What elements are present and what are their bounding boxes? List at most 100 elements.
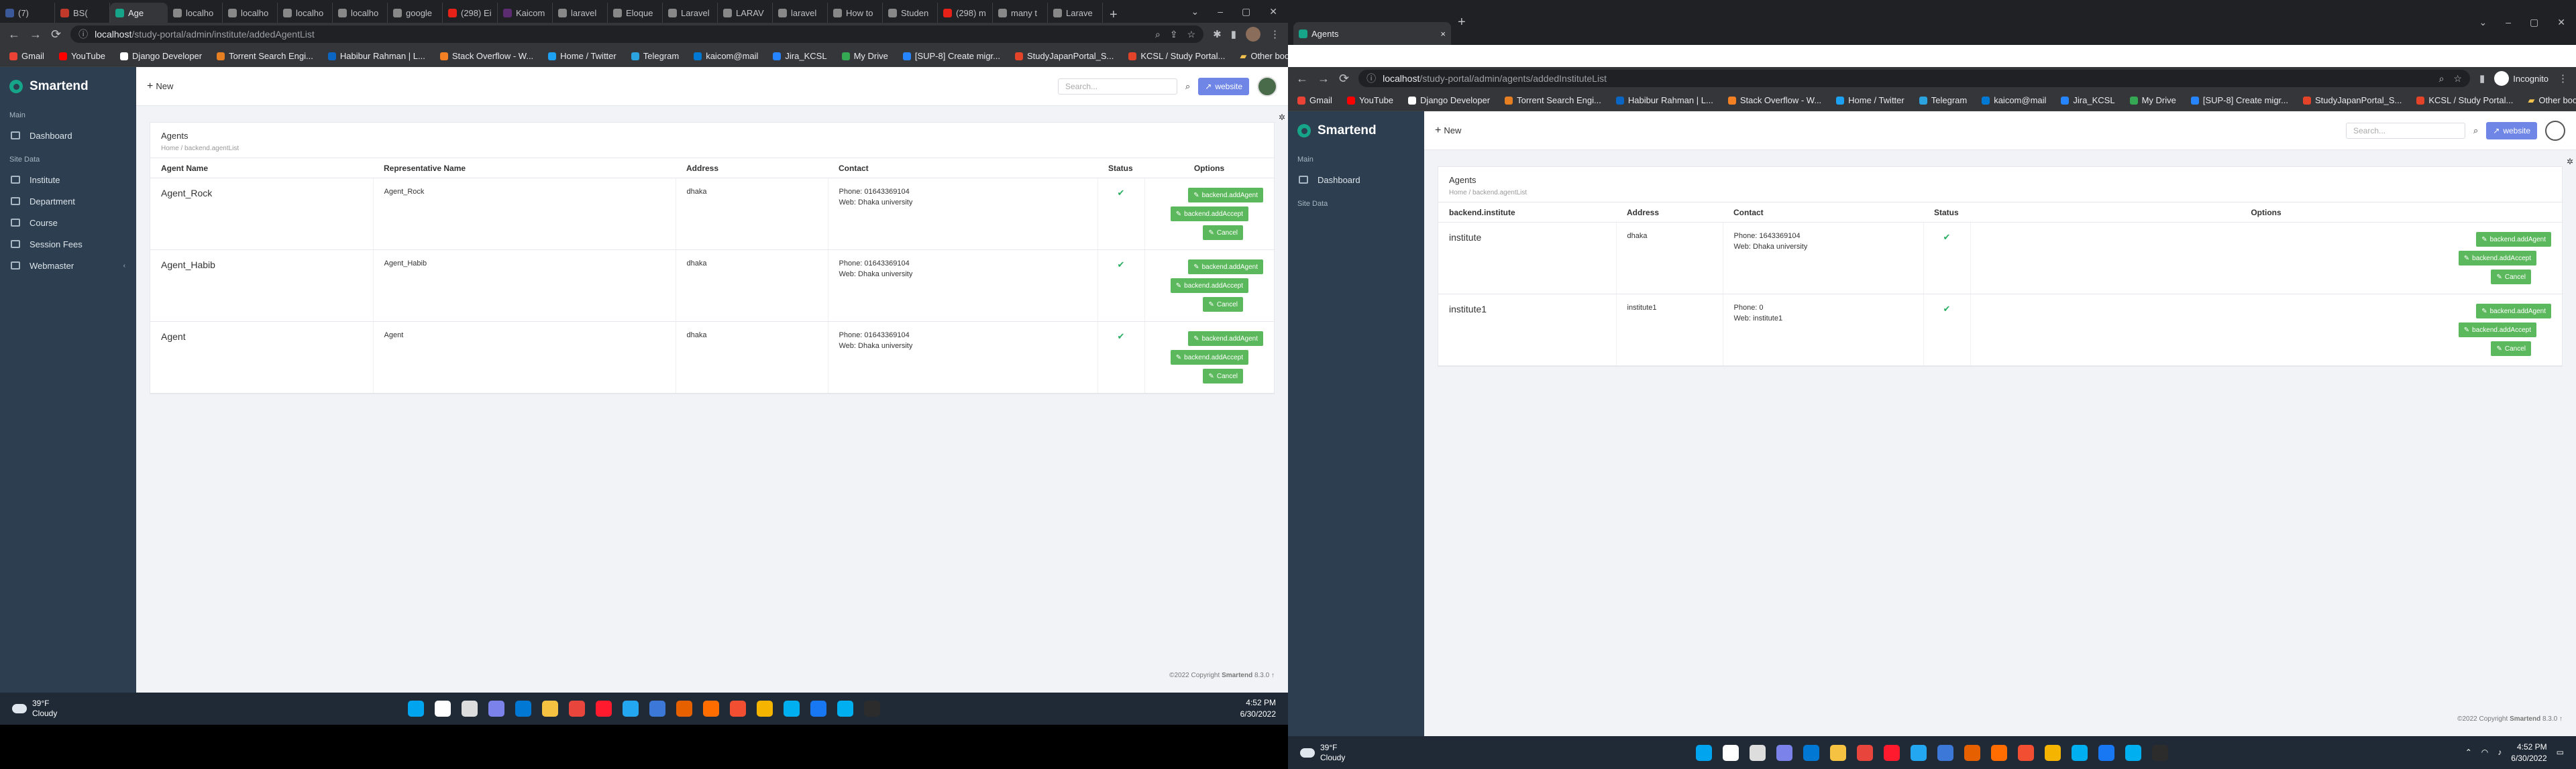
bookmark-item[interactable]: Jira_KCSL [2061,95,2115,105]
taskbar-app-icon[interactable] [2152,744,2168,761]
taskbar-app-icon[interactable] [1696,744,1712,761]
user-avatar[interactable] [2545,120,2565,141]
taskbar-app-icon[interactable] [1884,744,1900,761]
taskbar-app-icon[interactable] [676,701,692,717]
sidebar-item-webmaster[interactable]: Webmaster ‹ [0,255,136,276]
add-accept-button[interactable]: ✎ backend.addAccept [1170,350,1248,365]
cancel-button[interactable]: ✎ Cancel [2491,270,2531,284]
taskbar-app-icon[interactable] [515,701,531,717]
close-window-icon[interactable]: ✕ [1269,6,1277,17]
taskbar-app-icon[interactable] [864,701,880,717]
arrow-up-icon[interactable]: ↑ [1271,672,1275,679]
bookmark-item[interactable]: Gmail [1297,95,1332,105]
tab-11[interactable]: Eloque [608,3,663,23]
add-accept-button[interactable]: ✎ backend.addAccept [2458,251,2536,265]
bookmark-item[interactable]: [SUP-8] Create migr... [902,51,1000,61]
incognito-badge[interactable]: Incognito [2494,71,2548,86]
add-agent-button[interactable]: ✎ backend.addAgent [1188,188,1263,202]
taskbar-app-icon[interactable] [435,701,451,717]
arrow-up-icon[interactable]: ↑ [2559,715,2563,723]
bookmark-item[interactable]: StudyJapanPortal_S... [1015,51,1114,61]
tab-18[interactable]: many t [993,3,1048,23]
menu-icon[interactable]: ⋮ [1270,28,1280,40]
info-icon[interactable]: ⓘ [78,27,88,41]
taskbar-app-icon[interactable] [488,701,504,717]
forward-icon[interactable]: → [30,27,42,42]
search-icon[interactable]: ⌕ [2473,125,2478,136]
back-icon[interactable]: ← [1296,72,1308,86]
bookmark-item[interactable]: Jira_KCSL [773,51,827,61]
sidebar-item-institute[interactable]: Institute [0,169,136,190]
chevron-down-icon[interactable]: ⌄ [1191,6,1199,17]
reload-icon[interactable]: ⟳ [1339,72,1349,86]
tab-15[interactable]: How to [828,3,883,23]
close-window-icon[interactable]: ✕ [2557,17,2565,28]
add-agent-button[interactable]: ✎ backend.addAgent [2476,304,2551,318]
tab-8[interactable]: (298) Ei [443,3,498,23]
address-bar[interactable]: ⓘ localhost/study-portal/admin/agents/ad… [1358,70,2470,87]
taskbar-app-icon[interactable] [623,701,639,717]
sidebar-item-course[interactable]: Course [0,212,136,233]
tab-2[interactable]: Age [110,3,168,23]
other-bookmarks[interactable]: ▰Other bookmarks [2528,95,2576,106]
tab-1[interactable]: BS( [55,3,110,23]
chevron-down-icon[interactable]: ⌄ [2479,17,2487,28]
add-accept-button[interactable]: ✎ backend.addAccept [2458,322,2536,337]
taskbar-app-icon[interactable] [1776,744,1792,761]
taskbar-app-icon[interactable] [462,701,478,717]
tab-3[interactable]: localho [168,3,223,23]
taskbar-app-icon[interactable] [703,701,719,717]
bookmark-item[interactable]: Torrent Search Engi... [217,51,313,61]
tab-7[interactable]: google [388,3,443,23]
taskbar-app-icon[interactable] [1750,744,1766,761]
other-bookmarks[interactable]: ▰Other bookmarks [1240,51,1288,62]
website-button[interactable]: ↗ website [2486,121,2537,139]
bookmark-item[interactable]: kaicom@mail [1982,95,2046,105]
add-agent-button[interactable]: ✎ backend.addAgent [2476,232,2551,247]
tab-9[interactable]: Kaicom [498,3,553,23]
tab-5[interactable]: localho [278,3,333,23]
sidebar-item-session-fees[interactable]: Session Fees [0,233,136,255]
maximize-icon[interactable]: ▢ [1242,6,1250,17]
taskbar-app-icon[interactable] [730,701,746,717]
new-tab-button[interactable]: + [1103,7,1124,23]
bookmark-item[interactable]: Telegram [1919,95,1967,105]
bookmark-star-icon[interactable]: ☆ [1187,29,1196,40]
brand[interactable]: Smartend [1288,111,1424,150]
reload-icon[interactable]: ⟳ [51,27,61,42]
weather-widget[interactable]: 39°F Cloudy [1288,743,1345,763]
add-accept-button[interactable]: ✎ backend.addAccept [1170,278,1248,293]
taskbar-app-icon[interactable] [1723,744,1739,761]
system-tray[interactable]: 4:52 PM 6/30/2022 [1240,697,1288,720]
search-icon[interactable]: ⌕ [1185,81,1190,92]
weather-widget[interactable]: 39°F Cloudy [0,699,57,719]
cancel-button[interactable]: ✎ Cancel [2491,341,2531,356]
share-icon[interactable]: ⇪ [1170,29,1178,40]
brand[interactable]: Smartend [0,67,136,106]
search-input[interactable]: Search... [1057,78,1177,95]
taskbar-app-icon[interactable] [810,701,826,717]
tab-14[interactable]: laravel [773,3,828,23]
taskbar-app-icon[interactable] [784,701,800,717]
taskbar-app-icon[interactable] [1803,744,1819,761]
tab-19[interactable]: Larave [1048,3,1103,23]
back-icon[interactable]: ← [8,27,20,42]
bookmark-item[interactable]: Telegram [631,51,679,61]
minimize-icon[interactable]: – [2506,17,2511,28]
bookmark-item[interactable]: [SUP-8] Create migr... [2190,95,2288,105]
profile-avatar[interactable] [1246,27,1260,42]
taskbar-app-icon[interactable] [408,701,424,717]
taskbar-app-icon[interactable] [649,701,665,717]
tab-6[interactable]: localho [333,3,388,23]
menu-icon[interactable]: ⋮ [2558,72,2568,84]
bookmark-item[interactable]: Home / Twitter [548,51,616,61]
tab-16[interactable]: Studen [883,3,938,23]
bookmark-item[interactable]: My Drive [2129,95,2176,105]
add-accept-button[interactable]: ✎ backend.addAccept [1170,206,1248,221]
sidebar-item-dashboard[interactable]: Dashboard [1288,169,1424,190]
gear-icon[interactable]: ✲ [2567,157,2573,166]
taskbar-app-icon[interactable] [2125,744,2141,761]
extensions-icon[interactable]: ✱ [1213,28,1222,40]
bookmark-item[interactable]: Stack Overflow - W... [1727,95,1821,105]
taskbar-app-icon[interactable] [2018,744,2034,761]
